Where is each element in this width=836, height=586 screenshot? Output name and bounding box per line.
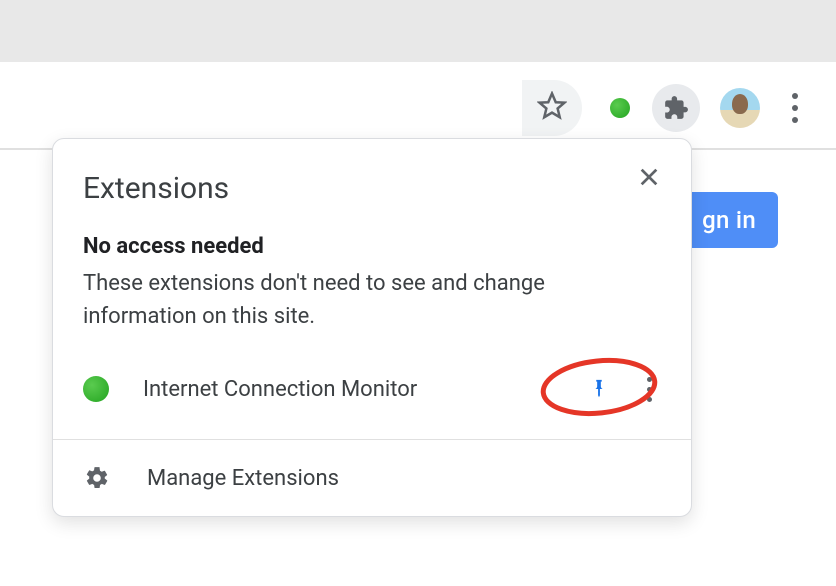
extensions-popup: Extensions No access needed These extens… [52, 138, 692, 517]
close-icon [638, 166, 660, 188]
popup-title: Extensions [83, 171, 661, 206]
browser-toolbar [0, 78, 814, 138]
extensions-button[interactable] [652, 84, 700, 132]
sign-in-button[interactable]: gn in [680, 192, 778, 248]
pin-extension-button[interactable] [577, 367, 621, 411]
gear-icon [83, 464, 111, 492]
extension-name: Internet Connection Monitor [143, 377, 577, 402]
extension-more-button[interactable] [637, 377, 661, 402]
bookmark-star-icon[interactable] [537, 91, 567, 125]
manage-extensions-row[interactable]: Manage Extensions [53, 439, 691, 516]
profile-avatar[interactable] [720, 88, 760, 128]
section-description: These extensions don't need to see and c… [83, 267, 661, 333]
section-heading: No access needed [83, 234, 661, 259]
extension-row[interactable]: Internet Connection Monitor [83, 357, 661, 431]
manage-extensions-label: Manage Extensions [147, 466, 339, 491]
browser-menu-button[interactable] [780, 93, 810, 123]
pin-icon [588, 378, 610, 400]
address-bar-tail [522, 80, 582, 136]
extension-status-dot-icon[interactable] [610, 98, 630, 118]
extension-icon [83, 376, 109, 402]
close-button[interactable] [631, 159, 667, 195]
window-titlebar-area [0, 0, 836, 62]
puzzle-icon [663, 95, 689, 121]
sign-in-label: gn in [702, 206, 756, 234]
